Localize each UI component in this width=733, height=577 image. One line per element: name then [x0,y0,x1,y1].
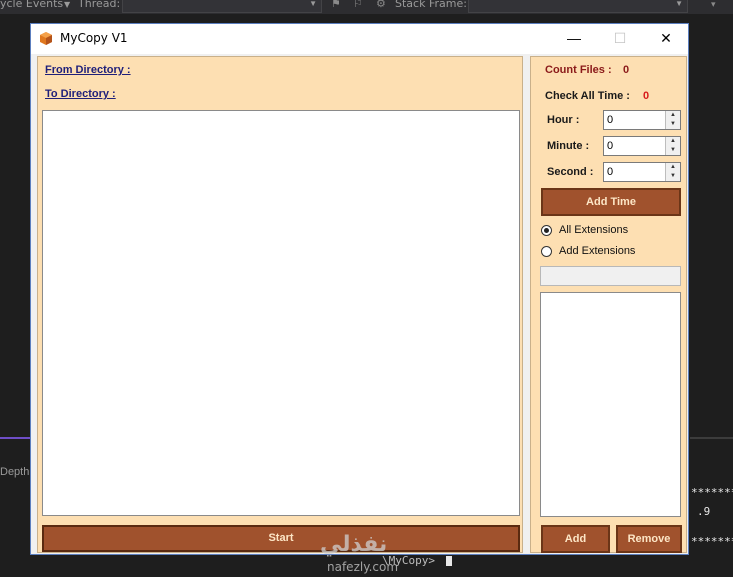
console-cursor [446,556,452,566]
second-value: 0 [607,166,614,178]
extensions-list[interactable] [540,292,681,517]
right-panel: Count Files : 0 Check All Time : 0 Hour … [530,56,687,553]
console-line: ******* [691,535,733,548]
minimize-button[interactable]: — [551,24,597,54]
maximize-icon: ☐ [613,30,627,46]
chevron-down-icon[interactable]: ▼ [64,0,70,9]
remove-button[interactable]: Remove [616,525,682,553]
start-button[interactable]: Start [42,525,520,552]
title-bar[interactable]: MyCopy V1 — ☐ ✕ [31,24,688,54]
spin-down-icon[interactable]: ▼ [665,172,680,181]
stack-frame-combo[interactable]: ▼ [468,0,688,13]
hour-stepper[interactable]: 0 ▲ ▼ [603,110,681,130]
extensions-input[interactable] [540,266,681,286]
second-stepper[interactable]: 0 ▲ ▼ [603,162,681,182]
lifecycle-events-label[interactable]: ycle Events [0,0,63,10]
depth-label: Depth [0,466,30,478]
add-time-button[interactable]: Add Time [541,188,681,216]
minute-value: 0 [607,140,614,152]
all-extensions-radio[interactable] [541,225,552,236]
add-time-label: Add Time [586,196,636,208]
hour-label: Hour : [547,114,580,126]
minute-stepper[interactable]: 0 ▲ ▼ [603,136,681,156]
thread-label: Thread: [78,0,121,10]
second-label: Second : [547,166,594,178]
spin-down-icon[interactable]: ▼ [665,146,680,155]
ide-debug-toolbar: ycle Events ▼ Thread: ▼ ⚑ ⚐ ⚙ Stack Fram… [0,0,733,14]
hour-value: 0 [607,114,614,126]
remove-button-label: Remove [627,533,671,545]
all-extensions-label[interactable]: All Extensions [559,224,628,236]
chevron-down-icon: ▼ [675,0,683,8]
watermark-url: nafezly.com [327,560,399,574]
toolbar-options-icon[interactable]: ▾ [711,0,723,10]
console-line: ******* [691,486,733,499]
close-icon: ✕ [660,30,672,46]
ide-tab-indicator [0,437,30,439]
start-button-label: Start [268,532,294,544]
add-extensions-radio[interactable] [541,246,552,257]
minute-label: Minute : [547,140,590,152]
close-button[interactable]: ✕ [643,24,689,54]
thread-combo[interactable]: ▼ [122,0,322,13]
flag-icon[interactable]: ⚑ [331,0,343,10]
thread-flag-icon[interactable]: ⚐ [353,0,365,10]
minimize-icon: — [567,30,581,46]
ide-divider [690,437,733,439]
count-files-value: 0 [623,64,630,76]
console-line: .9 [697,505,711,518]
maximize-button[interactable]: ☐ [597,24,643,54]
add-button-label: Add [564,533,587,545]
check-all-time-value: 0 [643,90,650,102]
add-extensions-label[interactable]: Add Extensions [559,245,635,257]
chevron-down-icon: ▼ [309,0,317,8]
to-directory-link[interactable]: To Directory : [45,88,116,100]
files-list[interactable] [42,110,520,516]
stack-frame-label: Stack Frame: [395,0,467,10]
count-files-label: Count Files : [545,64,612,76]
spin-down-icon[interactable]: ▼ [665,120,680,129]
window-title: MyCopy V1 [60,31,128,45]
stack-icon[interactable]: ⚙ [376,0,388,10]
watermark-logo: نفذلي [320,532,388,557]
check-all-time-label: Check All Time : [545,90,630,102]
mycopy-window: MyCopy V1 — ☐ ✕ From Directory : To Dire… [30,23,689,555]
app-icon [40,32,52,45]
from-directory-link[interactable]: From Directory : [45,64,131,76]
add-button[interactable]: Add [541,525,610,553]
left-panel: From Directory : To Directory : Start [37,56,523,553]
